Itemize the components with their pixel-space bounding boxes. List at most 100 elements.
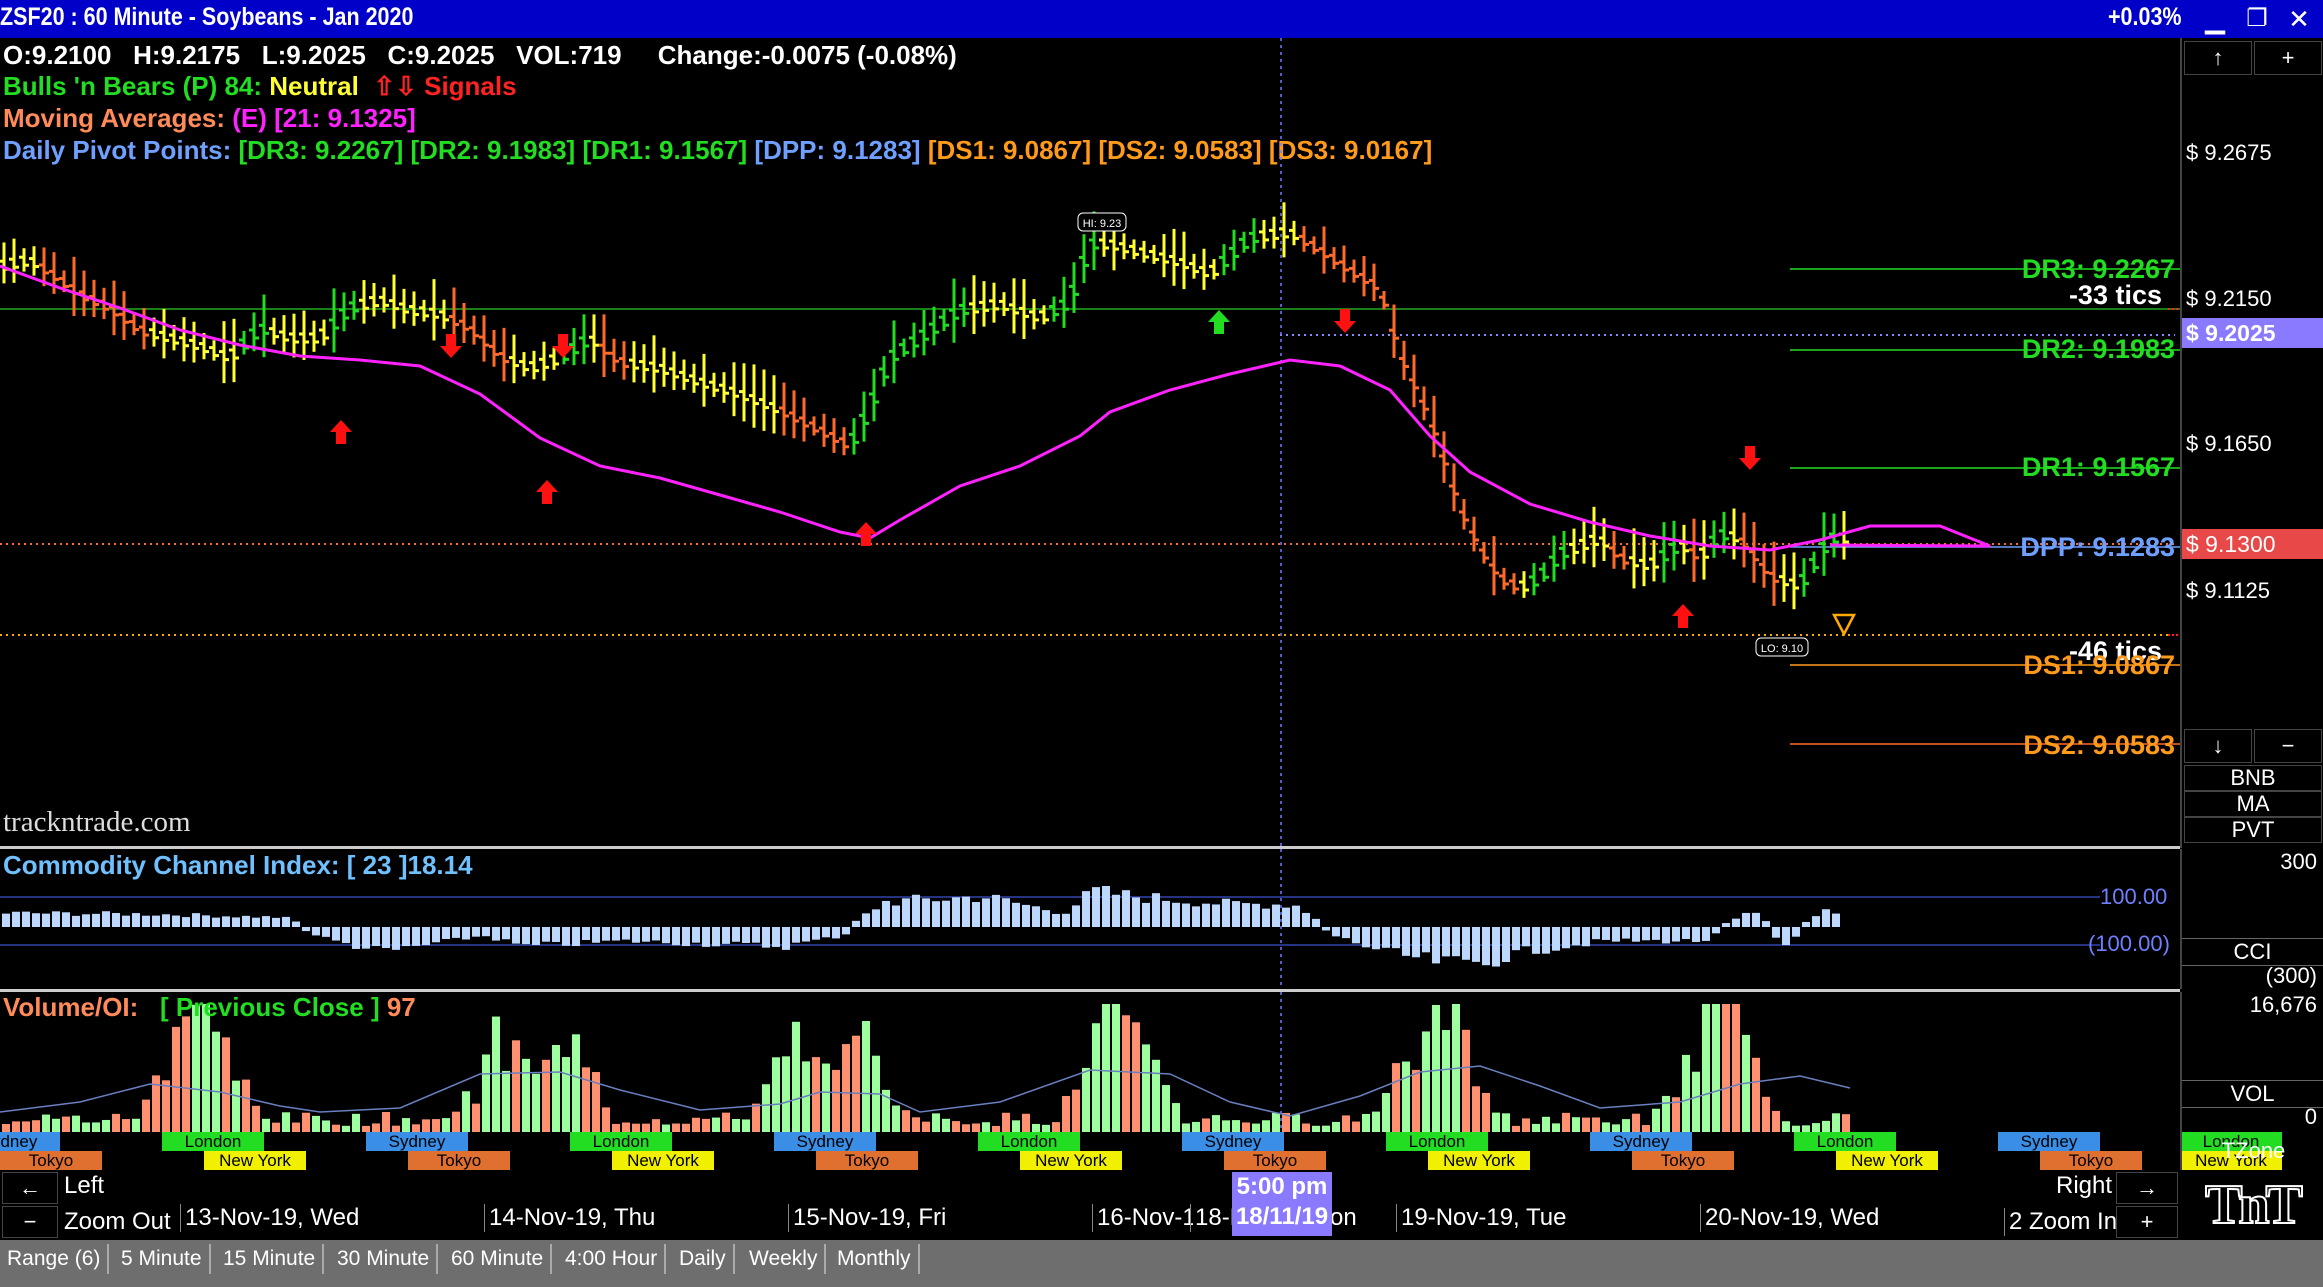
- scroll-up-button[interactable]: ↑: [2184, 41, 2252, 75]
- timeframe-4-hour[interactable]: 4:00 Hour: [558, 1244, 667, 1274]
- price-bar: [659, 347, 669, 387]
- zoom-out-button[interactable]: −: [2, 1206, 58, 1238]
- price-bar: [1409, 354, 1419, 408]
- price-bar: [489, 329, 499, 367]
- session-tokyo: Tokyo: [0, 1151, 102, 1170]
- left-arrow-button[interactable]: ←: [2, 1172, 58, 1204]
- volume-bar: [1572, 1117, 1580, 1132]
- right-arrow-button[interactable]: →: [2116, 1172, 2178, 1204]
- volume-bar: [1722, 1004, 1730, 1132]
- volume-bar: [1022, 1113, 1030, 1132]
- cci-bar: [252, 917, 260, 927]
- price-bar: [539, 341, 549, 381]
- volume-bar: [1182, 1123, 1190, 1132]
- cci-bar: [932, 901, 940, 927]
- price-tick: $ 9.2150: [2186, 286, 2272, 311]
- cci-bar: [1282, 907, 1290, 927]
- volume-bar: [262, 1118, 270, 1132]
- timeframe-60-minute[interactable]: 60 Minute: [444, 1244, 553, 1274]
- volume-bar: [1522, 1118, 1530, 1132]
- volume-bar: [1402, 1061, 1410, 1132]
- volume-bar: [612, 1123, 620, 1132]
- cci-bar: [982, 898, 990, 927]
- volume-bar: [1052, 1122, 1060, 1132]
- cci-bar: [142, 915, 150, 927]
- price-bar: [1319, 226, 1329, 274]
- cci-bar: [1492, 927, 1500, 967]
- volume-bar: [62, 1116, 70, 1132]
- cci-bar: [1552, 927, 1560, 951]
- cci-bar: [232, 917, 240, 927]
- timeframe-monthly[interactable]: Monthly: [830, 1244, 920, 1274]
- volume-bar: [1222, 1120, 1230, 1132]
- close-icon[interactable]: ✕: [2282, 4, 2316, 34]
- cci-bar: [102, 911, 110, 927]
- session-bar-top: Sydney London Sydney London Sydney London Sydn…: [0, 1132, 2282, 1151]
- price-bar: [419, 299, 429, 322]
- cursor-date: 18/11/19: [1235, 1203, 1329, 1230]
- volume-bar: [272, 1122, 280, 1132]
- level-ds1: DS1: 9.0867: [2023, 650, 2175, 680]
- cci-bar: [642, 927, 650, 942]
- volume-bar: [1332, 1121, 1340, 1132]
- price-bar: [809, 416, 819, 436]
- volume-bar: [1662, 1095, 1670, 1132]
- cci-bar: [442, 927, 450, 939]
- cci-label: Commodity Channel Index: [ 23 ]18.14: [3, 850, 473, 880]
- price-bar: [389, 274, 399, 329]
- scale-plus-button[interactable]: +: [2254, 41, 2322, 75]
- cci-bar: [312, 927, 320, 936]
- price-chart[interactable]: HI: 9.23 LO: 9.10: [0, 38, 2180, 848]
- volume-bar: [1042, 1124, 1050, 1132]
- volume-bar: [72, 1115, 80, 1132]
- cci-bar: [242, 915, 250, 927]
- volume-bar: [732, 1118, 740, 1132]
- price-bar: [799, 397, 809, 442]
- ma-price-tag: $ 9.1300: [2182, 529, 2323, 559]
- date-label: 19-Nov-19, Tue: [1396, 1204, 1566, 1232]
- cci-bar: [822, 927, 830, 938]
- bnb-button[interactable]: BNB: [2184, 765, 2322, 791]
- timeframe-range-6[interactable]: Range (6): [0, 1244, 110, 1274]
- volume-bar: [162, 1080, 170, 1132]
- price-bar: [1569, 528, 1579, 565]
- zoom-out-label[interactable]: Zoom Out: [64, 1208, 171, 1236]
- timeframe-5-minute[interactable]: 5 Minute: [114, 1244, 211, 1274]
- timeframe-weekly[interactable]: Weekly: [742, 1244, 827, 1274]
- cci-bar: [672, 927, 680, 946]
- scroll-down-button[interactable]: ↓: [2184, 729, 2252, 763]
- right-label[interactable]: Right: [2056, 1172, 2112, 1200]
- price-bar: [709, 372, 719, 397]
- zoom-in-label[interactable]: 2 Zoom In: [2004, 1208, 2117, 1236]
- ma-button[interactable]: MA: [2184, 791, 2322, 817]
- cci-bar: [382, 927, 390, 949]
- price-axis[interactable]: ↑ + $ 9.2675 $ 9.2150 $ 9.2025 $ 9.1650 …: [2180, 38, 2323, 848]
- volume-bar: [1142, 1044, 1150, 1132]
- timeframe-15-minute[interactable]: 15 Minute: [216, 1244, 325, 1274]
- volume-bar: [672, 1123, 680, 1132]
- cci-bar: [62, 912, 70, 927]
- zoom-in-button[interactable]: +: [2116, 1206, 2178, 1238]
- tzone-button[interactable]: TZone: [2180, 1132, 2323, 1170]
- scale-minus-button[interactable]: −: [2254, 729, 2322, 763]
- cci-bar: [972, 902, 980, 927]
- timeframe-daily[interactable]: Daily: [672, 1244, 735, 1274]
- volume-bar: [1712, 1004, 1720, 1132]
- left-label[interactable]: Left: [64, 1172, 104, 1200]
- cci-bar: [402, 927, 410, 947]
- pvt-button[interactable]: PVT: [2184, 817, 2322, 843]
- minimize-icon[interactable]: ▁: [2198, 4, 2232, 34]
- price-bar: [429, 279, 439, 341]
- date-label: 15-Nov-19, Fri: [788, 1204, 946, 1232]
- timeframe-30-minute[interactable]: 30 Minute: [330, 1244, 439, 1274]
- restore-icon[interactable]: ❐: [2240, 4, 2274, 34]
- price-bar: [1169, 228, 1179, 286]
- volume-bar: [822, 1063, 830, 1132]
- price-bar: [239, 330, 249, 355]
- volume-bar: [1802, 1125, 1810, 1132]
- cci-bar: [752, 927, 760, 943]
- volume-bar: [932, 1113, 940, 1132]
- volume-bar: [662, 1124, 670, 1132]
- hi-marker: HI: 9.23: [1077, 212, 1127, 232]
- cci-bar: [652, 927, 660, 941]
